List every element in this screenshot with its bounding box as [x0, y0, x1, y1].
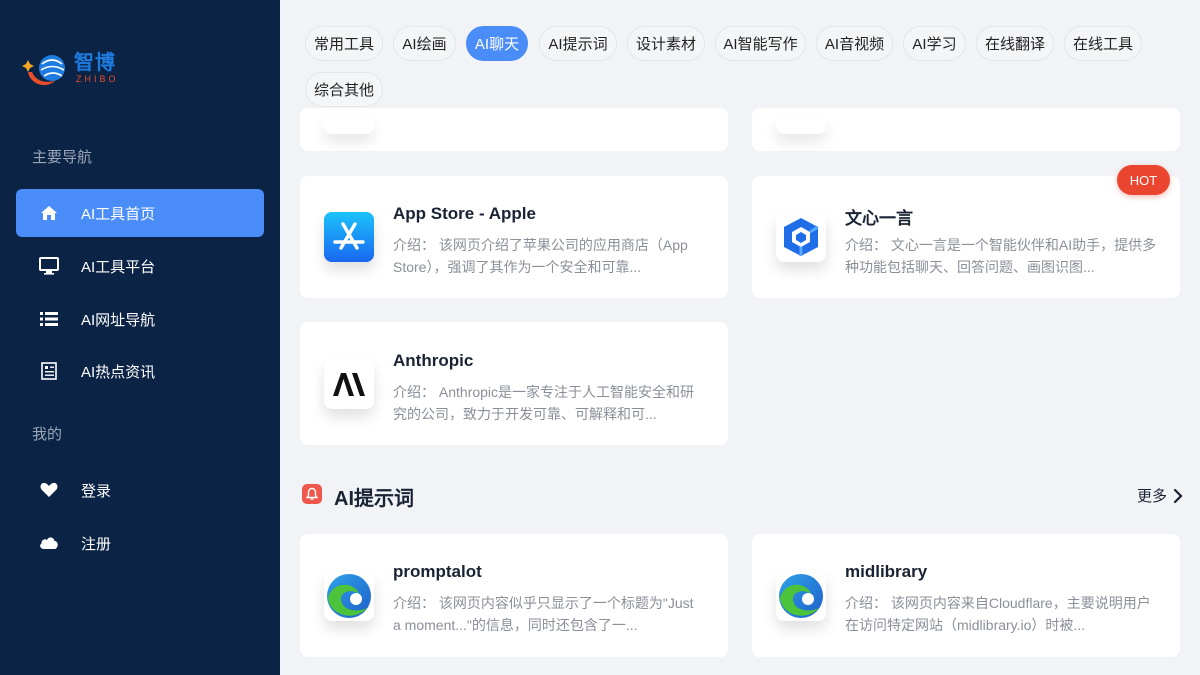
anthropic-icon — [324, 359, 374, 409]
chevron-right-icon — [1173, 488, 1183, 504]
tab-online-tools[interactable]: 在线工具 — [1064, 26, 1142, 61]
card-description: 介绍： 该网页内容似乎只显示了一个标题为"Just a moment..."的信… — [393, 595, 694, 633]
sidebar-item-ai-home[interactable]: AI工具首页 — [16, 189, 264, 237]
edge-icon — [776, 571, 826, 621]
sidebar-item-label: 注册 — [81, 535, 112, 553]
tab-design-assets[interactable]: 设计素材 — [627, 26, 705, 61]
sidebar-item-label: 登录 — [81, 482, 112, 500]
card-title: Anthropic — [393, 351, 474, 370]
nav-group-mine-label: 我的 — [32, 426, 63, 443]
tool-card-midlibrary[interactable]: midlibrary 介绍： 该网页内容来自Cloudflare，主要说明用户在… — [752, 534, 1180, 657]
logo-icon — [22, 55, 65, 86]
nav-group-main-label: 主要导航 — [32, 149, 93, 166]
tab-misc[interactable]: 综合其他 — [305, 72, 383, 107]
news-icon — [39, 361, 59, 381]
tab-online-translate[interactable]: 在线翻译 — [976, 26, 1054, 61]
card-title: promptalot — [393, 562, 482, 581]
card-title: midlibrary — [845, 562, 928, 581]
card-partial-icon — [324, 118, 374, 134]
tab-ai-chat[interactable]: AI聊天 — [466, 26, 528, 61]
more-link[interactable]: 更多 — [1137, 485, 1183, 506]
sidebar-item-ai-news[interactable]: AI热点资讯 — [16, 347, 264, 395]
card-partial-icon — [776, 118, 826, 134]
tab-ai-prompts[interactable]: AI提示词 — [539, 26, 617, 61]
list-icon — [39, 309, 59, 329]
heart-icon — [39, 480, 59, 500]
wenxin-icon — [776, 212, 826, 262]
sidebar-item-register[interactable]: 注册 — [16, 519, 264, 567]
tool-card-app-store[interactable]: App Store - Apple 介绍： 该网页介绍了苹果公司的应用商店（Ap… — [300, 176, 728, 298]
sidebar-item-login[interactable]: 登录 — [16, 466, 264, 514]
tool-card-anthropic[interactable]: Anthropic 介绍： Anthropic是一家专注于人工智能安全和研究的公… — [300, 322, 728, 445]
tab-ai-painting[interactable]: AI绘画 — [393, 26, 456, 61]
sidebar: 智博 ZHIBO 主要导航 AI工具首页 AI工具平台 AI网址导航 AI热点资… — [0, 0, 280, 675]
logo-name-en: ZHIBO — [76, 74, 119, 84]
cloud-icon — [39, 533, 59, 553]
monitor-icon — [39, 256, 59, 276]
tool-card-wenxin[interactable]: 文心一言 介绍： 文心一言是一个智能伙伴和AI助手，提供多种功能包括聊天、回答问… — [752, 176, 1180, 298]
card-description: 介绍： 该网页介绍了苹果公司的应用商店（App Store），强调了其作为一个安… — [393, 237, 688, 275]
tab-common-tools[interactable]: 常用工具 — [305, 26, 383, 61]
tab-ai-audio-video[interactable]: AI音视频 — [816, 26, 893, 61]
logo-name-cn: 智博 — [74, 52, 116, 74]
sidebar-item-label: AI工具首页 — [81, 205, 156, 223]
section-title-ai-prompts: AI提示词 — [334, 488, 414, 510]
sidebar-item-label: AI热点资讯 — [81, 363, 156, 381]
tab-ai-writing[interactable]: AI智能写作 — [715, 26, 806, 61]
app-store-icon — [324, 212, 374, 262]
site-logo[interactable]: 智博 ZHIBO — [22, 50, 122, 90]
card-description: 介绍： 文心一言是一个智能伙伴和AI助手，提供多种功能包括聊天、回答问题、画图识… — [845, 237, 1157, 275]
tool-card-promptalot[interactable]: promptalot 介绍： 该网页内容似乎只显示了一个标题为"Just a m… — [300, 534, 728, 657]
more-label: 更多 — [1137, 488, 1168, 505]
card-partial-right[interactable] — [752, 108, 1180, 151]
card-title: 文心一言 — [845, 209, 913, 228]
sidebar-item-ai-platform[interactable]: AI工具平台 — [16, 242, 264, 290]
card-title: App Store - Apple — [393, 204, 536, 223]
home-icon — [39, 203, 59, 223]
sidebar-item-ai-directory[interactable]: AI网址导航 — [16, 295, 264, 343]
card-partial-left[interactable] — [300, 108, 728, 151]
bell-icon — [302, 484, 322, 504]
card-description: 介绍： 该网页内容来自Cloudflare，主要说明用户在访问特定网站（midl… — [845, 595, 1151, 633]
edge-icon — [324, 571, 374, 621]
hot-badge: HOT — [1117, 165, 1170, 195]
card-description: 介绍： Anthropic是一家专注于人工智能安全和研究的公司，致力于开发可靠、… — [393, 384, 695, 422]
sidebar-item-label: AI网址导航 — [81, 311, 156, 329]
tab-ai-learning[interactable]: AI学习 — [903, 26, 966, 61]
sidebar-item-label: AI工具平台 — [81, 258, 156, 276]
